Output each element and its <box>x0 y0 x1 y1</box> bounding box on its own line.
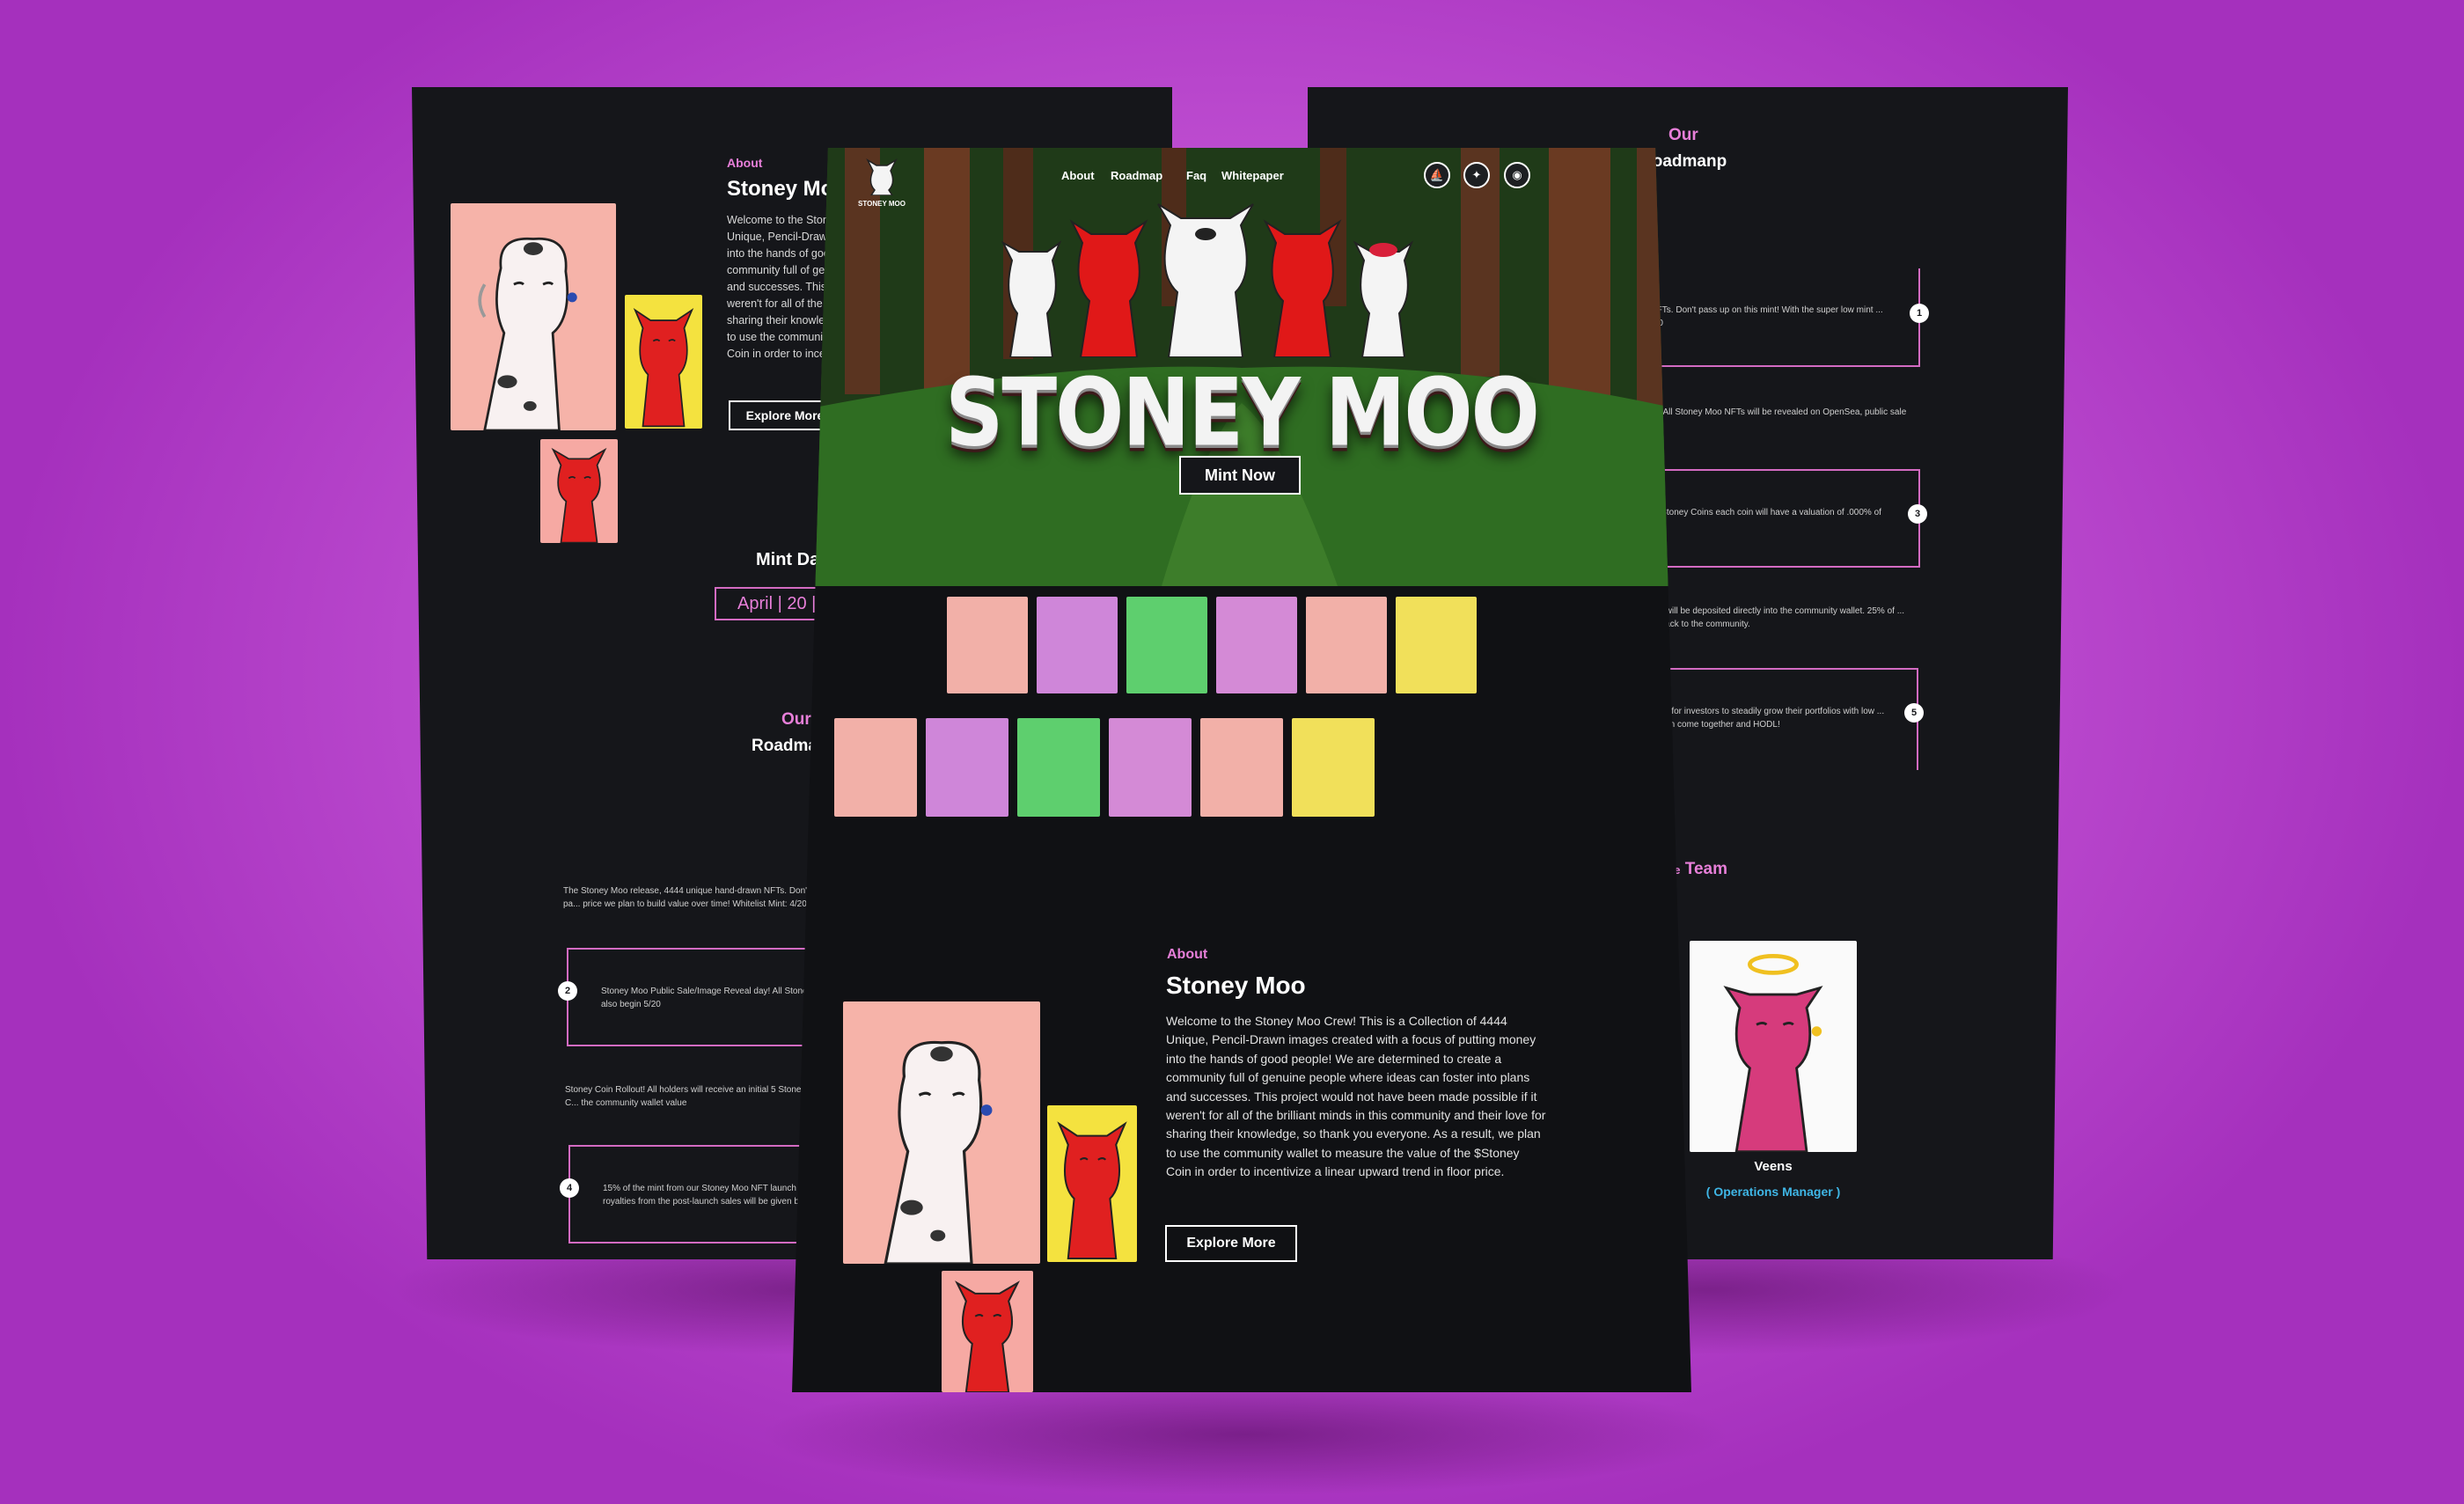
roadmap-item-4-number: 4 <box>560 1178 579 1198</box>
mint-now-button[interactable]: Mint Now <box>1179 456 1301 495</box>
about-cow-small <box>942 1271 1033 1392</box>
gallery-item[interactable] <box>1216 597 1297 693</box>
gallery-item[interactable] <box>834 718 917 817</box>
gallery-item[interactable] <box>1396 597 1477 693</box>
gallery-item[interactable] <box>1109 718 1192 817</box>
hero-cow-gang <box>1001 203 1414 357</box>
cow-card-yellow <box>625 295 702 429</box>
nav-faq[interactable]: Faq <box>1186 169 1206 182</box>
center-about-eyebrow: About <box>1167 947 1208 962</box>
cow-card-small <box>540 439 618 543</box>
gallery-row-2 <box>834 718 1375 817</box>
about-cow-yellow <box>1047 1105 1137 1262</box>
roadmap-item-2-text-right: ...day! All Stoney Moo NFTs will be reve… <box>1637 407 1907 430</box>
gallery-item[interactable] <box>1017 718 1100 817</box>
about-eyebrow: About <box>727 156 763 170</box>
opensea-icon[interactable]: ⛵ <box>1424 162 1450 188</box>
team-member-photo <box>1690 941 1857 1152</box>
roadmap-item-5-text-right: ...list for investors to steadily grow t… <box>1651 707 1885 730</box>
gallery-item[interactable] <box>1306 597 1387 693</box>
center-about-paragraph: Welcome to the Stoney Moo Crew! This is … <box>1166 1014 1546 1179</box>
roadmap-item-2-text: Stoney Moo Public Sale/Image Reveal day!… <box>601 987 830 1009</box>
gallery-item[interactable] <box>947 597 1028 693</box>
gallery-item[interactable] <box>1200 718 1283 817</box>
roadmap-item-3-text: Stoney Coin Rollout! All holders will re… <box>565 1085 806 1108</box>
roadmap-eyebrow: Our <box>781 710 811 729</box>
nav-about[interactable]: About <box>1061 169 1095 182</box>
roadmap-item-1-number-right: 1 <box>1910 304 1929 323</box>
site-logo[interactable]: STONEY MOO <box>854 155 910 208</box>
gallery-row-1 <box>947 597 1477 693</box>
roadmap-eyebrow-right: Our <box>1668 126 1698 144</box>
roadmap-item-3-text-right: ...al 5 Stoney Coins each coin will have… <box>1637 508 1881 517</box>
center-page-mockup: STONEY MOO About Roadmap Faq Whitepaper … <box>792 148 1691 1392</box>
gallery-item[interactable] <box>1126 597 1207 693</box>
gallery-item[interactable] <box>926 718 1008 817</box>
roadmap-item-5-number-right: 5 <box>1904 703 1924 723</box>
roadmap-item-1-text-right: ...awn NFTs. Don't pass up on this mint!… <box>1624 305 1883 328</box>
roadmap-item-2-number: 2 <box>558 981 577 1001</box>
logo-cow-icon <box>866 158 898 196</box>
hero-title: STONEY MOO <box>945 358 1540 468</box>
twitter-icon[interactable]: ✦ <box>1463 162 1490 188</box>
cow-card-large <box>451 203 616 430</box>
team-member-name: Veens <box>1754 1159 1793 1174</box>
about-cow-large <box>843 1001 1040 1264</box>
nav-roadmap[interactable]: Roadmap <box>1111 169 1162 182</box>
nav-whitepaper[interactable]: Whitepaper <box>1221 169 1284 182</box>
hero-banner: STONEY MOO About Roadmap Faq Whitepaper … <box>792 148 1691 586</box>
gallery-item[interactable] <box>1292 718 1375 817</box>
gallery-item[interactable] <box>1037 597 1118 693</box>
roadmap-item-1-text: The Stoney Moo release, 4444 unique hand… <box>563 886 810 909</box>
center-explore-more-button[interactable]: Explore More <box>1165 1225 1297 1262</box>
roadmap-item-4-text-right: ...unch will be deposited directly into … <box>1637 606 1905 629</box>
discord-icon[interactable]: ◉ <box>1504 162 1530 188</box>
roadmap-item-3-number-right: 3 <box>1908 504 1927 524</box>
team-member-role: ( Operations Manager ) <box>1705 1185 1841 1199</box>
center-about-title: Stoney Moo <box>1166 972 1306 999</box>
roadmap-item-4-text: 15% of the mint from our Stoney Moo NFT … <box>603 1184 818 1207</box>
